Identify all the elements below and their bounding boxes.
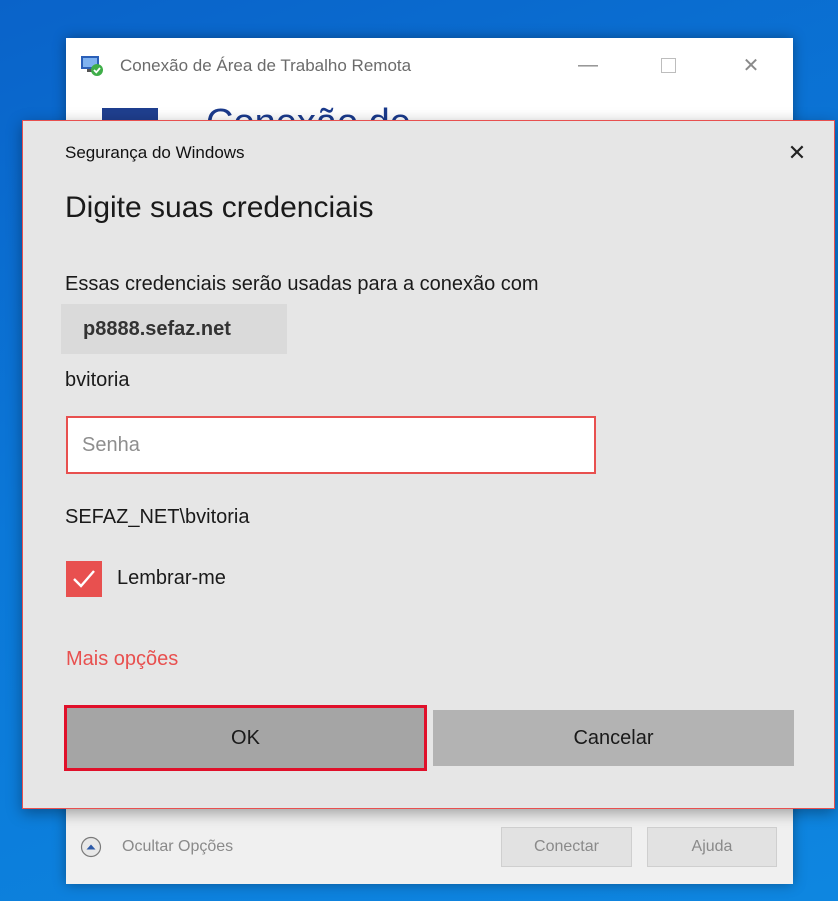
server-name: p8888.sefaz.net bbox=[61, 304, 287, 354]
rdp-window-title: Conexão de Área de Trabalho Remota bbox=[120, 56, 412, 75]
rdp-title-bar: Conexão de Área de Trabalho Remota — ✕ bbox=[66, 38, 793, 94]
password-input[interactable] bbox=[66, 416, 596, 474]
remote-desktop-icon bbox=[81, 56, 103, 76]
cancel-button[interactable]: Cancelar bbox=[433, 710, 794, 766]
rdp-close-button[interactable]: ✕ bbox=[726, 48, 776, 82]
checkmark-icon bbox=[73, 570, 95, 588]
close-icon: ✕ bbox=[787, 140, 807, 165]
domain-username: SEFAZ_NET\bvitoria bbox=[65, 506, 250, 528]
more-options-link[interactable]: Mais opções bbox=[66, 648, 178, 671]
chevron-up-circle-icon[interactable] bbox=[80, 836, 102, 858]
dialog-caption: Segurança do Windows bbox=[65, 143, 245, 162]
minimize-button[interactable]: — bbox=[563, 48, 613, 82]
close-icon: ✕ bbox=[742, 54, 760, 77]
connect-button[interactable]: Conectar bbox=[501, 827, 632, 867]
ok-button[interactable]: OK bbox=[64, 705, 427, 771]
dialog-heading: Digite suas credenciais bbox=[65, 191, 374, 224]
minimize-icon: — bbox=[578, 53, 598, 76]
maximize-icon bbox=[660, 57, 676, 73]
help-button[interactable]: Ajuda bbox=[647, 827, 777, 867]
windows-security-dialog: Segurança do Windows ✕ Digite suas crede… bbox=[22, 120, 835, 809]
dialog-close-button[interactable]: ✕ bbox=[783, 139, 811, 167]
remember-me-label[interactable]: Lembrar-me bbox=[117, 567, 226, 590]
remember-me-checkbox[interactable] bbox=[66, 561, 102, 597]
dialog-description: Essas credenciais serão usadas para a co… bbox=[65, 273, 539, 295]
maximize-button[interactable] bbox=[643, 48, 693, 82]
hide-options-toggle[interactable]: Ocultar Opções bbox=[122, 838, 233, 856]
username-label: bvitoria bbox=[65, 369, 130, 391]
